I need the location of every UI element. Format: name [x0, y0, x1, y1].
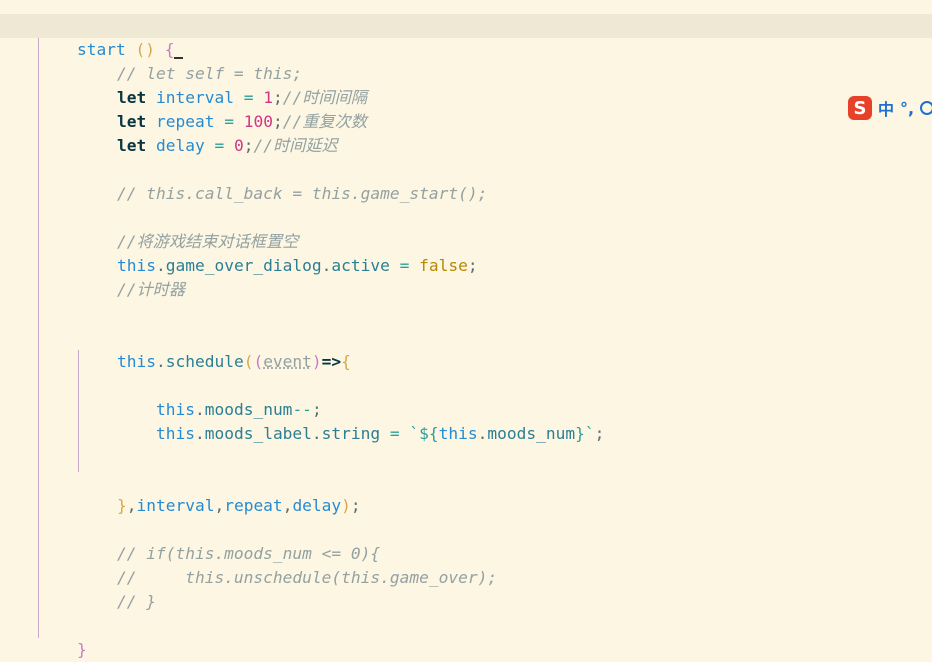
template-close: }`: [575, 424, 595, 443]
code-line-1: start () {: [38, 14, 184, 59]
paren: ): [311, 352, 322, 371]
close-brace: }: [76, 640, 87, 659]
code-line-10: this.game_over_dialog.active = false;: [78, 230, 478, 275]
comment: // this.call_back = this.game_start();: [116, 184, 488, 203]
code-line-4: let repeat = 100;//重复次数: [78, 86, 367, 131]
paren: (: [253, 352, 264, 371]
code-line-24: // }: [78, 566, 156, 611]
code-line-26: }: [38, 614, 87, 659]
property: active: [331, 256, 390, 275]
dot: .: [321, 256, 332, 275]
code-line-17: this.moods_label.string = `${this.moods_…: [117, 398, 604, 443]
ime-toolbar[interactable]: S 中 °,: [848, 95, 932, 121]
comment: //计时器: [116, 280, 186, 299]
semicolon: ;: [594, 424, 605, 443]
emoji-icon[interactable]: [920, 101, 932, 115]
dot: .: [155, 352, 166, 371]
indent-guide: [38, 38, 39, 638]
variable: delay: [155, 136, 205, 155]
operator: =: [389, 424, 400, 443]
code-line-9: //将游戏结束对话框置空: [78, 206, 298, 251]
argument: interval: [136, 496, 215, 515]
code-line-7: // this.call_back = this.game_start();: [78, 158, 487, 203]
comment: //时间延迟: [253, 136, 338, 155]
comma: ,: [214, 496, 225, 515]
open-brace: {: [341, 352, 351, 371]
argument: repeat: [224, 496, 283, 515]
this-keyword: this: [155, 424, 195, 443]
code-line-22: // if(this.moods_num <= 0){: [78, 518, 380, 563]
method-name: schedule: [165, 352, 244, 371]
paren: ): [341, 496, 351, 515]
property: moods_label: [204, 424, 312, 443]
argument: delay: [292, 496, 342, 515]
property: game_over_dialog: [165, 256, 322, 275]
code-line-5: let delay = 0;//时间延迟: [78, 110, 338, 155]
code-line-3: let interval = 1;//时间间隔: [78, 62, 367, 107]
comment: // }: [116, 592, 156, 611]
arrow-operator: =>: [321, 352, 342, 371]
code-editor[interactable]: start () { // let self = this; let inter…: [0, 0, 932, 662]
semicolon: ;: [467, 256, 478, 275]
boolean-literal: false: [419, 256, 468, 275]
dot: .: [477, 424, 488, 443]
property: string: [321, 424, 381, 443]
parameter: event: [263, 352, 312, 371]
property: moods_num: [487, 424, 576, 443]
template-open: `${: [409, 424, 439, 443]
operator: =: [399, 256, 410, 275]
paren: (: [243, 352, 254, 371]
this-keyword: this: [438, 424, 478, 443]
comment: // this.unschedule(this.game_over);: [116, 568, 498, 587]
code-line-2: // let self = this;: [78, 38, 302, 83]
ime-punctuation-toggle[interactable]: °,: [900, 99, 914, 118]
this-keyword: this: [116, 352, 156, 371]
dot: .: [194, 424, 205, 443]
comma: ,: [282, 496, 293, 515]
code-line-11: //计时器: [78, 254, 185, 299]
operator: =: [214, 136, 225, 155]
close-brace: }: [116, 496, 127, 515]
ime-mode-toggle[interactable]: 中: [878, 96, 894, 120]
code-line-20: },interval,repeat,delay);: [78, 470, 361, 515]
dot: .: [311, 424, 322, 443]
code-line-16: this.moods_num--;: [117, 374, 322, 419]
semicolon: ;: [350, 496, 361, 515]
keyword: let: [116, 136, 147, 155]
number: 0: [233, 136, 244, 155]
code-line-14: this.schedule((event)=>{: [78, 326, 351, 371]
sogou-logo-icon[interactable]: S: [848, 96, 872, 120]
code-line-23: // this.unschedule(this.game_over);: [78, 542, 497, 587]
semicolon: ;: [243, 136, 254, 155]
